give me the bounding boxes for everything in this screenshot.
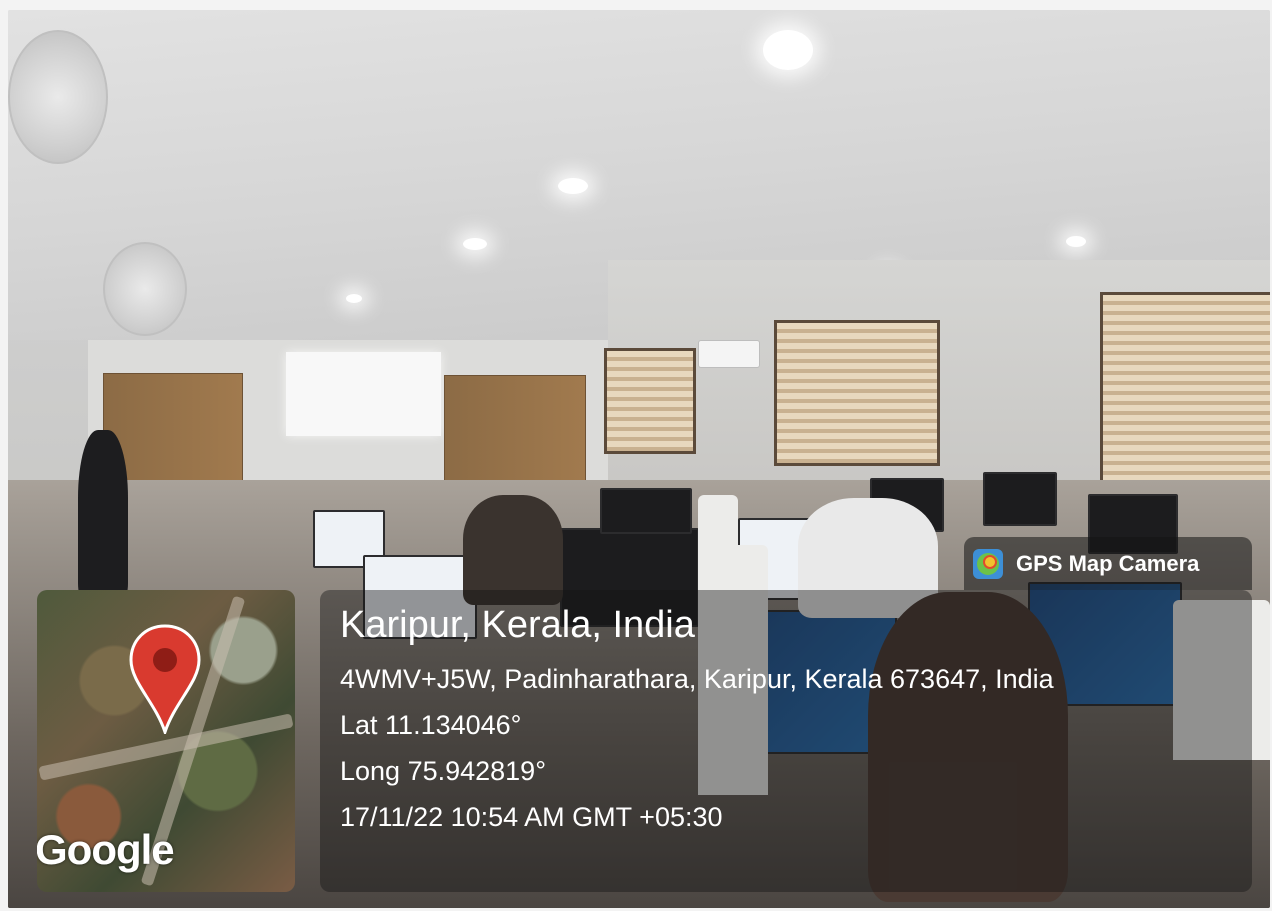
ceiling-light bbox=[558, 178, 588, 194]
app-badge-label: GPS Map Camera bbox=[1016, 550, 1200, 576]
monitor bbox=[983, 472, 1057, 526]
google-attribution: Google bbox=[37, 826, 175, 873]
ceiling-light bbox=[463, 238, 487, 250]
location-info-panel: Karipur, Kerala, India 4WMV+J5W, Padinha… bbox=[320, 590, 1252, 892]
wall-fan bbox=[8, 30, 108, 164]
monitor bbox=[600, 488, 692, 534]
datetime-line: 17/11/22 10:54 AM GMT +05:30 bbox=[340, 802, 723, 832]
ceiling-light bbox=[1066, 236, 1086, 247]
latitude-line: Lat 11.134046° bbox=[340, 710, 522, 740]
air-conditioner bbox=[698, 340, 760, 368]
seated-person bbox=[463, 495, 563, 605]
wall-fan bbox=[103, 242, 187, 336]
gps-map-camera-icon bbox=[973, 548, 1003, 579]
location-title: Karipur, Kerala, India bbox=[340, 604, 695, 646]
seated-person bbox=[78, 430, 128, 600]
longitude-line: Long 75.942819° bbox=[340, 756, 546, 786]
app-badge: GPS Map Camera bbox=[964, 537, 1252, 590]
window-blind bbox=[774, 320, 940, 466]
window-blind bbox=[1100, 292, 1270, 503]
ceiling-light bbox=[346, 294, 362, 303]
window-blind bbox=[604, 348, 696, 454]
map-thumbnail: Google bbox=[37, 590, 295, 892]
map-pin-icon bbox=[129, 624, 201, 734]
projector-screen bbox=[286, 352, 441, 436]
cupboard bbox=[444, 375, 586, 487]
ceiling-light bbox=[763, 30, 813, 70]
address-line: 4WMV+J5W, Padinharathara, Karipur, Keral… bbox=[340, 664, 1054, 694]
